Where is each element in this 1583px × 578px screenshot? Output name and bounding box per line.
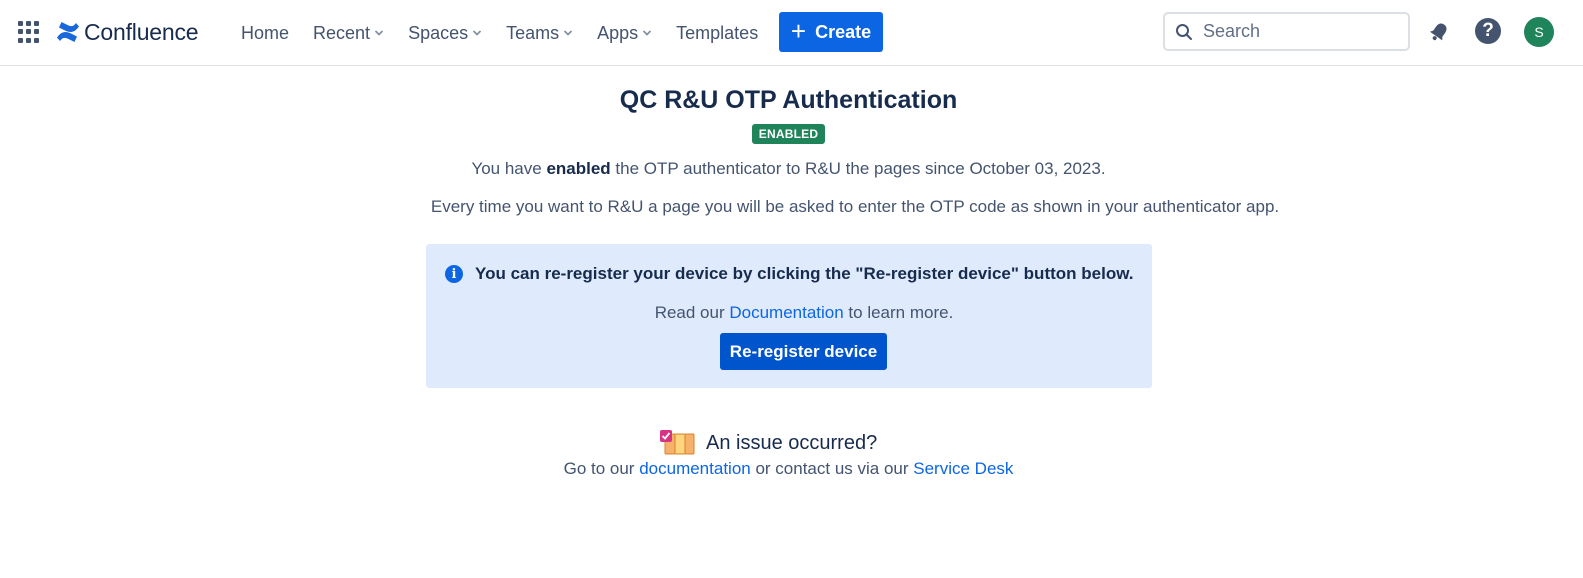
create-button-label: Create	[815, 21, 872, 42]
otp-instructions: Every time you want to R&U a page you wi…	[430, 197, 1280, 216]
chevron-down-icon	[374, 30, 384, 36]
nav-home[interactable]: Home	[229, 18, 301, 48]
app-switcher-icon[interactable]	[18, 21, 40, 43]
read-prefix: Read our	[654, 303, 730, 322]
read-suffix: to learn more.	[843, 303, 954, 322]
status-badge: ENABLED	[752, 124, 825, 144]
search-icon	[1176, 23, 1192, 40]
page-title: QC R&U OTP Authentication	[619, 86, 958, 114]
avatar[interactable]: S	[1524, 17, 1554, 47]
create-button[interactable]: + Create	[779, 12, 883, 52]
issue-heading: An issue occurred?	[659, 428, 877, 458]
books-checklist-icon	[660, 430, 695, 455]
issue-title: An issue occurred?	[706, 431, 878, 454]
issue-documentation-link[interactable]: documentation	[639, 459, 751, 478]
nav-recent-label: Recent	[313, 22, 371, 43]
service-desk-link[interactable]: Service Desk	[913, 459, 1013, 478]
chevron-down-icon	[472, 30, 482, 36]
search-box[interactable]	[1163, 12, 1410, 51]
re-register-device-button[interactable]: Re-register device	[720, 333, 887, 370]
issue-prefix: Go to our	[563, 459, 640, 478]
top-navigation: Confluence Home Recent Spaces Teams Apps…	[0, 0, 1583, 66]
status-description-bold: enabled	[546, 159, 611, 178]
notification-bell-icon[interactable]	[1427, 20, 1451, 44]
status-description-prefix: You have	[471, 159, 547, 178]
app-name: Confluence	[84, 18, 199, 45]
help-glyph: ?	[1482, 20, 1494, 41]
info-panel-read-more: Read our Documentation to learn more.	[426, 303, 1182, 323]
chevron-down-icon	[563, 30, 573, 36]
nav-apps[interactable]: Apps	[585, 18, 664, 48]
nav-spaces-label: Spaces	[408, 22, 469, 43]
documentation-link[interactable]: Documentation	[729, 303, 843, 322]
confluence-logo-icon	[57, 22, 79, 42]
nav-templates[interactable]: Templates	[664, 18, 770, 48]
plus-icon: +	[790, 15, 807, 46]
help-icon[interactable]: ?	[1475, 18, 1501, 44]
nav-spaces[interactable]: Spaces	[396, 18, 494, 48]
info-icon: i	[445, 265, 463, 283]
status-description: You have enabled the OTP authenticator t…	[0, 159, 1577, 179]
issue-middle: or contact us via our	[750, 459, 914, 478]
search-input[interactable]	[1203, 21, 1393, 42]
nav-templates-label: Templates	[676, 22, 759, 43]
nav-recent[interactable]: Recent	[301, 18, 396, 48]
info-panel-heading-text: You can re-register your device by click…	[475, 264, 1134, 283]
primary-nav: Home Recent Spaces Teams Apps Templates	[229, 18, 770, 48]
status-description-suffix: the OTP authenticator to R&U the pages s…	[610, 159, 1106, 178]
avatar-initial: S	[1534, 24, 1544, 40]
info-panel-heading: i You can re-register your device by cli…	[445, 264, 1134, 284]
issue-help-text: Go to our documentation or contact us vi…	[0, 459, 1577, 479]
chevron-down-icon	[643, 30, 652, 36]
confluence-logo[interactable]: Confluence	[56, 17, 199, 47]
info-panel: i You can re-register your device by cli…	[426, 244, 1152, 388]
nav-apps-label: Apps	[597, 22, 639, 43]
nav-teams[interactable]: Teams	[494, 18, 585, 48]
nav-home-label: Home	[241, 22, 290, 43]
nav-teams-label: Teams	[506, 22, 560, 43]
